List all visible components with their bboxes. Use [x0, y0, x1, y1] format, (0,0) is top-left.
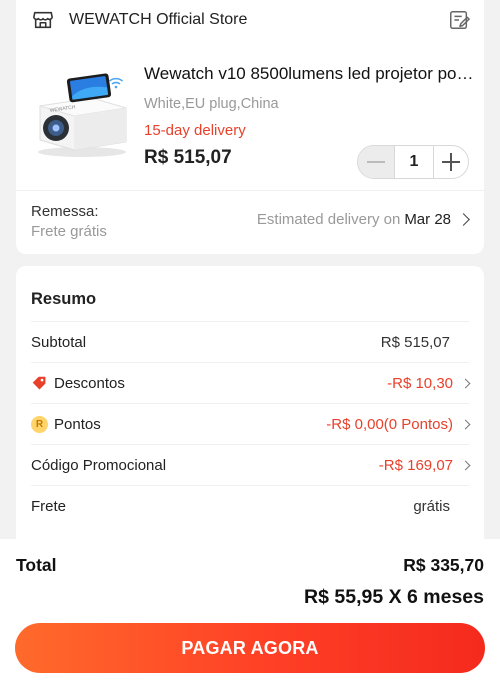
- store-card: WEWATCH Official Store WEWATCH Wewatch v…: [16, 0, 484, 254]
- product-title[interactable]: Wewatch v10 8500lumens led projetor port…: [144, 64, 474, 84]
- delivery-tag: 15-day delivery: [144, 122, 246, 139]
- discounts-value: -R$ 10,30: [387, 375, 453, 392]
- store-icon: [33, 11, 53, 29]
- estimated-delivery-date: Mar 28: [404, 211, 451, 228]
- discounts-label: Descontos: [54, 375, 125, 392]
- points-label: Pontos: [54, 416, 101, 433]
- shipping-fee-value: grátis: [413, 498, 450, 515]
- coin-icon: R: [31, 416, 48, 433]
- store-header[interactable]: WEWATCH Official Store: [16, 0, 484, 42]
- summary-row-subtotal: Subtotal R$ 515,07: [31, 321, 469, 362]
- chevron-right-icon: [457, 213, 470, 226]
- total-value: R$ 335,70: [403, 555, 484, 575]
- summary-title: Resumo: [31, 290, 97, 308]
- chevron-right-icon: [460, 419, 471, 430]
- product-price: R$ 515,07: [144, 147, 232, 168]
- increase-quantity-button[interactable]: [434, 146, 469, 178]
- product-variant[interactable]: White,EU plug,China: [144, 96, 279, 112]
- points-value: -R$ 0,00(0 Pontos): [326, 416, 453, 433]
- edit-icon[interactable]: [448, 9, 470, 31]
- summary-card: Resumo Subtotal R$ 515,07 Descontos -R$ …: [16, 266, 484, 556]
- store-name[interactable]: WEWATCH Official Store: [69, 11, 247, 29]
- installment-info: R$ 55,95 X 6 meses: [304, 586, 484, 608]
- shipping-fee-label: Frete: [31, 498, 67, 515]
- estimated-delivery-prefix: Estimated delivery on: [256, 211, 401, 228]
- summary-row-promo-code[interactable]: Código Promocional -R$ 169,07: [31, 444, 471, 485]
- product-image[interactable]: WEWATCH: [30, 54, 134, 162]
- subtotal-label: Subtotal: [31, 334, 87, 351]
- promo-code-value: -R$ 169,07: [378, 457, 453, 474]
- decrease-quantity-button[interactable]: [358, 146, 394, 178]
- pay-now-button[interactable]: PAGAR AGORA: [15, 623, 485, 673]
- estimated-delivery[interactable]: Estimated delivery on Mar 28: [257, 211, 470, 228]
- shipping-value: Frete grátis: [31, 223, 107, 240]
- summary-row-points[interactable]: R Pontos -R$ 0,00(0 Pontos): [31, 403, 471, 444]
- total-label: Total: [16, 555, 57, 575]
- subtotal-value: R$ 515,07: [380, 334, 450, 351]
- shipping-label: Remessa:: [31, 203, 99, 220]
- divider: [16, 190, 484, 191]
- chevron-right-icon: [460, 378, 471, 389]
- summary-row-shipping: Frete grátis: [31, 485, 469, 526]
- summary-row-discounts[interactable]: Descontos -R$ 10,30: [31, 362, 471, 403]
- quantity-stepper: 1: [357, 145, 469, 179]
- quantity-value[interactable]: 1: [394, 146, 434, 178]
- tag-icon: [32, 376, 46, 390]
- promo-code-label: Código Promocional: [31, 457, 167, 474]
- chevron-right-icon: [460, 460, 471, 471]
- checkout-bar: Total R$ 335,70 R$ 55,95 X 6 meses PAGAR…: [0, 539, 500, 687]
